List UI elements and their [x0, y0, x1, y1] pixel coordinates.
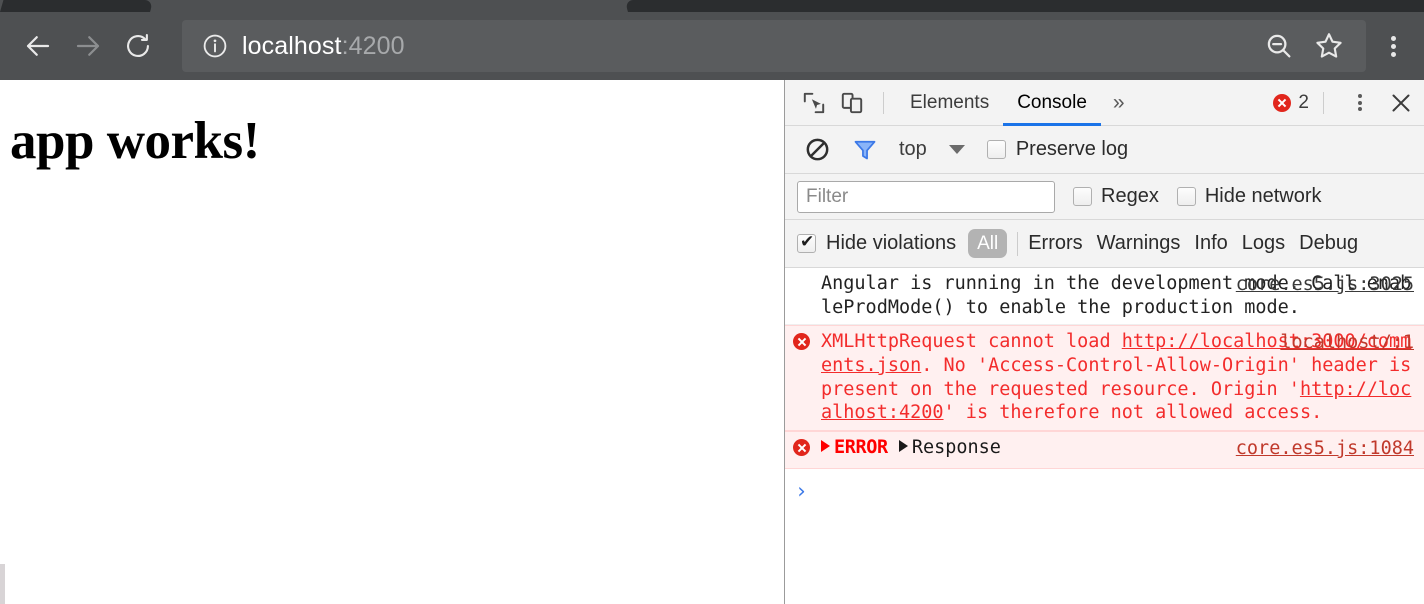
- error-text-part1: XMLHttpRequest cannot load: [821, 331, 1122, 353]
- tab-console[interactable]: Console: [1003, 80, 1101, 126]
- browser-toolbar: localhost:4200: [0, 12, 1424, 80]
- omnibox-actions: [1256, 23, 1352, 69]
- console-toolbar: top Preserve log: [785, 126, 1424, 174]
- console-prompt[interactable]: ›: [785, 469, 1424, 503]
- console-input[interactable]: [808, 479, 1416, 503]
- disclosure-triangle-icon[interactable]: [821, 440, 830, 453]
- kebab-menu-icon: [1358, 92, 1362, 114]
- device-toggle-icon[interactable]: [833, 84, 871, 122]
- preserve-log-label: Preserve log: [1015, 138, 1129, 160]
- error-group-value: Response: [911, 437, 1001, 459]
- disclosure-triangle-icon[interactable]: [898, 440, 908, 453]
- level-filter-warnings[interactable]: Warnings: [1097, 232, 1181, 255]
- message-gutter: [793, 330, 821, 357]
- viewport-split: app works! Elements Console » 2 top Pres…: [0, 80, 1424, 604]
- magnifier-minus-icon[interactable]: [1256, 23, 1302, 69]
- address-bar[interactable]: localhost:4200: [182, 20, 1366, 72]
- console-message-info[interactable]: Angular is running in the development mo…: [785, 268, 1424, 326]
- hide-violations-checkbox[interactable]: Hide violations: [797, 232, 956, 255]
- error-circle-icon: [793, 333, 810, 351]
- browser-tab-active[interactable]: [0, 0, 154, 12]
- level-filter-all[interactable]: All: [968, 228, 1008, 259]
- tab-strip: [0, 0, 1424, 12]
- kebab-menu-icon: [1390, 33, 1396, 60]
- error-group-label: ERROR: [834, 437, 888, 459]
- chevron-double-right-icon[interactable]: »: [1101, 91, 1137, 115]
- level-filter-debug[interactable]: Debug: [1299, 232, 1358, 255]
- message-gutter: [793, 272, 821, 275]
- address-bar-url[interactable]: localhost:4200: [242, 32, 405, 61]
- error-circle-icon: [793, 439, 810, 457]
- address-bar-host: localhost: [242, 31, 342, 60]
- toolbar-divider: [883, 91, 884, 114]
- console-levels-row: Hide violations All Errors Warnings Info…: [785, 220, 1424, 268]
- prompt-caret-icon: ›: [795, 478, 808, 503]
- tab-elements[interactable]: Elements: [896, 80, 1003, 126]
- devtools-menu-button[interactable]: [1342, 84, 1378, 122]
- browser-chrome: localhost:4200: [0, 0, 1424, 80]
- web-page-pane: app works!: [0, 80, 785, 604]
- inspect-element-icon[interactable]: [795, 84, 833, 122]
- clear-console-icon[interactable]: [797, 130, 837, 170]
- preserve-log-checkbox[interactable]: Preserve log: [986, 138, 1129, 161]
- filter-input[interactable]: [797, 180, 1055, 213]
- devtools-toolbar: Elements Console » 2: [785, 80, 1424, 126]
- chevron-down-icon: [948, 145, 965, 154]
- checkbox-box: [986, 140, 1006, 159]
- browser-tab-background[interactable]: [624, 0, 1424, 12]
- error-count-value: 2: [1298, 91, 1309, 113]
- forward-button: [66, 24, 110, 68]
- levels-divider: [1017, 231, 1019, 256]
- regex-label: Regex: [1101, 185, 1159, 207]
- level-filter-info[interactable]: Info: [1194, 232, 1227, 255]
- checkbox-box: [797, 232, 816, 253]
- execution-context-selector[interactable]: top: [899, 138, 965, 161]
- console-message-error[interactable]: XMLHttpRequest cannot load http://localh…: [785, 325, 1424, 432]
- page-title: app works!: [10, 112, 260, 170]
- back-button[interactable]: [16, 24, 60, 68]
- console-filter-row: Regex Hide network: [785, 174, 1424, 220]
- hide-network-label: Hide network: [1204, 185, 1322, 207]
- message-source-link[interactable]: core.es5.js:3025: [1236, 273, 1414, 297]
- checkbox-box: [1176, 187, 1196, 206]
- execution-context-label: top: [899, 138, 927, 160]
- info-circle-icon[interactable]: [202, 33, 228, 59]
- hide-violations-label: Hide violations: [826, 232, 957, 254]
- browser-menu-button[interactable]: [1366, 16, 1420, 76]
- header-divider: [1323, 91, 1324, 114]
- error-count-indicator[interactable]: 2: [1273, 92, 1311, 114]
- hide-network-checkbox[interactable]: Hide network: [1176, 185, 1322, 208]
- error-circle-icon: [1273, 93, 1292, 112]
- level-filter-errors[interactable]: Errors: [1028, 232, 1082, 255]
- checkbox-box: [1073, 187, 1092, 206]
- message-gutter: [793, 436, 821, 463]
- message-source-link[interactable]: core.es5.js:1084: [1236, 437, 1414, 461]
- console-message-error-group[interactable]: ERROR Response core.es5.js:1084: [785, 431, 1424, 469]
- close-devtools-button[interactable]: [1378, 80, 1424, 126]
- reload-button[interactable]: [116, 24, 160, 68]
- error-text-part3: ' is therefore not allowed access.: [943, 402, 1323, 424]
- level-filter-logs[interactable]: Logs: [1242, 232, 1285, 255]
- console-output[interactable]: Angular is running in the development mo…: [785, 268, 1424, 604]
- page-scrollbar[interactable]: [0, 564, 5, 604]
- devtools-panel: Elements Console » 2 top Preserve log Fi…: [785, 80, 1424, 604]
- star-icon[interactable]: [1306, 23, 1352, 69]
- address-bar-port: :4200: [341, 31, 405, 60]
- filter-funnel-icon[interactable]: [845, 130, 885, 170]
- message-source-link[interactable]: localhost/:1: [1280, 331, 1414, 355]
- regex-checkbox[interactable]: Regex: [1073, 185, 1159, 208]
